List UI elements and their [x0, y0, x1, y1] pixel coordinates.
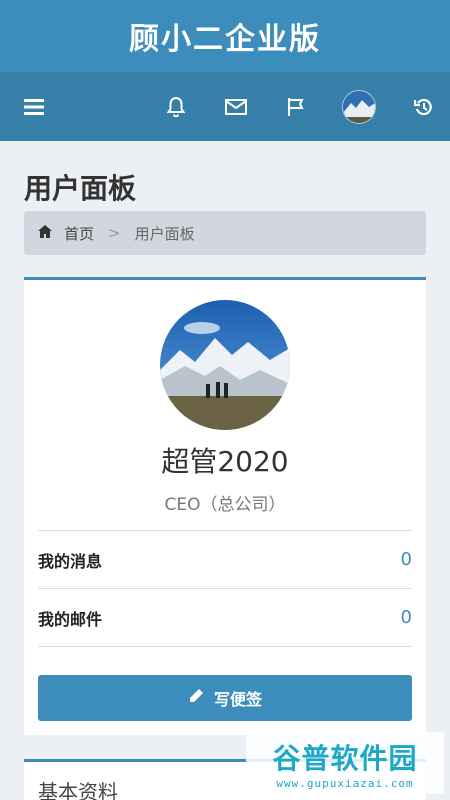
profile-stats-list: 我的消息 0 我的邮件 0 [38, 530, 412, 647]
profile-name: 超管2020 [161, 445, 289, 478]
messages-count: 0 [400, 549, 412, 570]
envelope-icon[interactable] [224, 95, 248, 119]
list-item-mail[interactable]: 我的邮件 0 [38, 589, 412, 647]
watermark-text: 谷普软件园 [272, 741, 418, 775]
home-icon [38, 224, 52, 242]
pencil-icon [188, 688, 204, 708]
flag-icon[interactable] [284, 95, 308, 119]
profile-box: 超管2020 CEO（总公司） 我的消息 0 我的邮件 0 写便签 [24, 277, 426, 735]
navbar-actions [128, 89, 436, 124]
write-note-label: 写便签 [213, 690, 262, 709]
top-navbar [0, 72, 450, 141]
history-icon[interactable] [412, 95, 436, 119]
messages-label: 我的消息 [38, 551, 103, 571]
breadcrumb-home-link[interactable]: 首页 [64, 223, 94, 244]
hamburger-icon[interactable] [22, 95, 46, 119]
mail-count: 0 [400, 607, 412, 628]
breadcrumb-current: 用户面板 [134, 224, 195, 243]
page-title: 用户面板 [24, 172, 137, 205]
user-avatar[interactable] [342, 89, 376, 124]
site-watermark: 谷普软件园 www.gupuxiazai.com [246, 732, 444, 794]
watermark-url: www.gupuxiazai.com [276, 776, 414, 790]
main-content: 用户面板 首页 > 用户面板 超管2020 CEO（总公司） 我的消息 0 我的… [0, 141, 450, 800]
breadcrumb: 首页 > 用户面板 [24, 211, 426, 255]
mail-label: 我的邮件 [38, 609, 103, 629]
breadcrumb-separator: > [108, 224, 121, 242]
write-note-button[interactable]: 写便签 [38, 675, 412, 721]
profile-role: CEO（总公司） [164, 495, 286, 515]
profile-avatar [160, 300, 290, 430]
list-item-messages[interactable]: 我的消息 0 [38, 531, 412, 589]
app-header: 顾小二企业版 [0, 0, 450, 72]
app-title: 顾小二企业版 [129, 22, 321, 57]
bell-icon[interactable] [164, 95, 188, 119]
